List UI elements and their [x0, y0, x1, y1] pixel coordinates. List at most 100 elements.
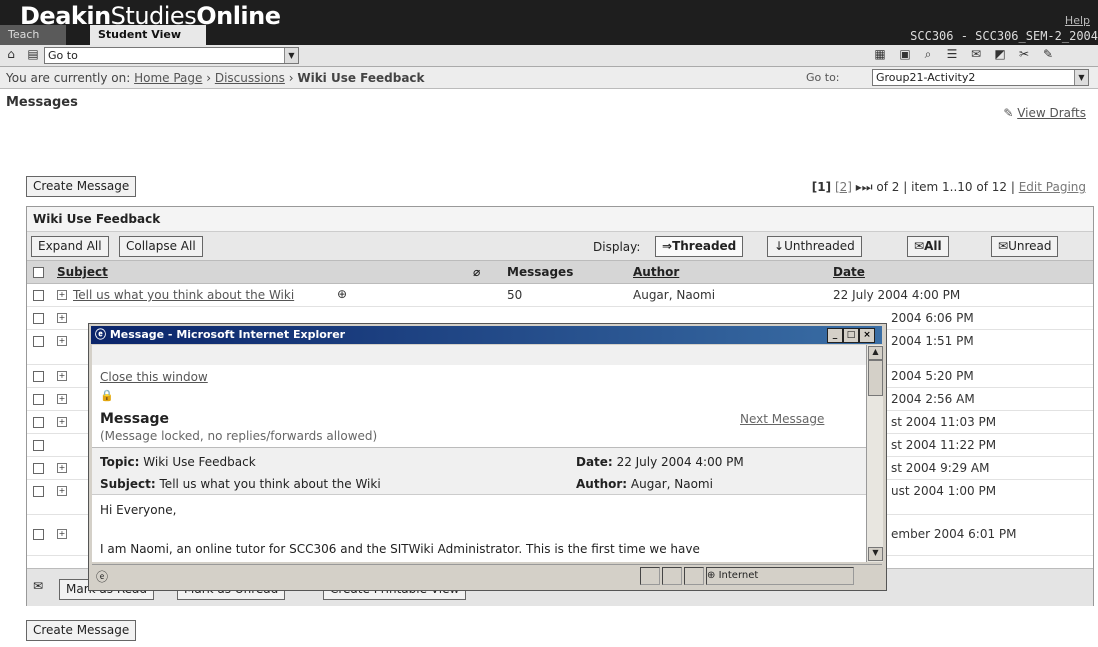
expand-all-button[interactable]: Expand All — [31, 236, 109, 257]
tab-teach[interactable]: Teach — [0, 25, 66, 45]
popup-scrollbar[interactable]: ▲ ▼ — [866, 345, 883, 562]
next-page-icon[interactable]: ▸⏭ — [856, 180, 873, 194]
create-message-button-bottom[interactable]: Create Message — [26, 620, 137, 641]
breadcrumb-discussions[interactable]: Discussions — [215, 71, 285, 85]
date-value: 2004 2:56 AM — [891, 392, 975, 406]
popup-content: Close this window 🔒 Message (Message loc… — [92, 345, 866, 562]
next-message-link[interactable]: Next Message — [740, 412, 824, 426]
row-checkbox[interactable] — [33, 394, 44, 405]
show-all-button[interactable]: ✉All — [907, 236, 949, 257]
maximize-icon[interactable]: □ — [843, 328, 859, 343]
globe-icon: ⊕ — [707, 570, 716, 581]
expand-icon[interactable]: + — [57, 486, 67, 496]
chart-icon[interactable]: ◩ — [993, 47, 1007, 61]
row-checkbox[interactable] — [33, 313, 44, 324]
course-code: SCC306 - SCC306_SEM-2_2004 — [910, 29, 1098, 43]
paging-text: of 2 | item 1..10 of 12 | — [876, 180, 1015, 194]
table-row[interactable]: + Tell us what you think about the Wiki … — [27, 284, 1093, 307]
col-date[interactable]: Date — [833, 265, 865, 279]
date-value: 22 July 2004 4:00 PM — [833, 288, 961, 302]
document-icon[interactable]: ▣ — [898, 47, 912, 61]
mark-icon: ✉ — [33, 579, 44, 593]
collapse-all-button[interactable]: Collapse All — [119, 236, 203, 257]
breadcrumb: You are currently on: Home Page › Discus… — [0, 67, 1098, 89]
popup-title: Message - Microsoft Internet Explorer — [109, 328, 346, 341]
view-drafts-link[interactable]: ✎ View Drafts — [1003, 106, 1086, 120]
create-message-button-top[interactable]: Create Message — [26, 176, 137, 197]
scroll-thumb[interactable] — [868, 360, 883, 396]
close-window-link[interactable]: Close this window — [100, 370, 208, 384]
edit-icon[interactable]: ✎ — [1041, 47, 1055, 61]
scroll-down-icon[interactable]: ▼ — [868, 547, 883, 561]
popup-titlebar[interactable]: ⓔ Message - Microsoft Internet Explorer — [91, 326, 882, 344]
scroll-up-icon[interactable]: ▲ — [868, 346, 883, 360]
expand-icon[interactable]: + — [57, 336, 67, 346]
home-icon[interactable]: ⌂ — [4, 47, 18, 61]
expand-icon[interactable]: + — [57, 463, 67, 473]
mail-icon[interactable]: ✉ — [969, 47, 983, 61]
panel-title: Wiki Use Feedback — [27, 207, 1093, 232]
calendar-icon[interactable]: ▦ — [873, 47, 887, 61]
tab-student-view[interactable]: Student View — [90, 25, 206, 45]
expand-icon[interactable]: + — [57, 417, 67, 427]
message-body: I am Naomi, an online tutor for SCC306 a… — [100, 542, 700, 556]
display-label: Display: — [593, 240, 641, 254]
expand-icon[interactable]: + — [57, 371, 67, 381]
author-field: Author: Augar, Naomi — [576, 477, 713, 491]
author-name: Augar, Naomi — [633, 288, 716, 302]
edit-paging-link[interactable]: Edit Paging — [1019, 180, 1086, 194]
expand-icon[interactable]: + — [57, 529, 67, 539]
goto-select[interactable]: Go to ▼ — [44, 47, 299, 64]
row-checkbox[interactable] — [33, 371, 44, 382]
row-checkbox[interactable] — [33, 417, 44, 428]
expand-icon[interactable]: + — [57, 290, 67, 300]
notes-icon[interactable]: ☰ — [945, 47, 959, 61]
row-checkbox[interactable] — [33, 529, 44, 540]
tools-icon[interactable]: ✂ — [1017, 47, 1031, 61]
row-checkbox[interactable] — [33, 486, 44, 497]
row-checkbox[interactable] — [33, 336, 44, 347]
breadcrumb-home[interactable]: Home Page — [134, 71, 202, 85]
row-checkbox[interactable] — [33, 290, 44, 301]
new-thread-icon: ⊕ — [337, 287, 348, 301]
date-field: Date: 22 July 2004 4:00 PM — [576, 455, 744, 469]
page-2-link[interactable]: [2] — [835, 180, 852, 194]
all-icon: ✉ — [914, 239, 925, 253]
threaded-button[interactable]: ⇒Threaded — [655, 236, 744, 257]
subject-link[interactable]: Tell us what you think about the Wiki — [73, 288, 294, 302]
locked-note: (Message locked, no replies/forwards all… — [100, 429, 378, 443]
help-link[interactable]: Help — [1065, 14, 1090, 27]
page-title: Messages — [6, 95, 78, 110]
date-value: ust 2004 1:00 PM — [891, 484, 997, 498]
unthreaded-icon: ↓ — [774, 239, 785, 253]
minimize-icon[interactable]: _ — [827, 328, 843, 343]
threaded-icon: ⇒ — [662, 239, 673, 253]
unthreaded-button[interactable]: ↓Unthreaded — [767, 236, 862, 257]
drafts-icon: ✎ — [1003, 106, 1014, 120]
search-icon[interactable]: ⌕ — [921, 47, 935, 61]
page-status-icon: ⓔ — [96, 570, 109, 584]
col-subject[interactable]: Subject — [57, 265, 108, 279]
row-checkbox[interactable] — [33, 440, 44, 451]
panel-toolbar: Expand All Collapse All Display: ⇒Thread… — [27, 232, 1093, 261]
unread-icon: ✉ — [998, 239, 1009, 253]
attachment-icon: ⌀ — [473, 265, 481, 279]
close-icon[interactable]: × — [859, 328, 875, 343]
row-checkbox[interactable] — [33, 463, 44, 474]
date-value: 2004 5:20 PM — [891, 369, 974, 383]
page-icon[interactable]: ▤ — [26, 47, 40, 61]
security-zone: ⊕ Internet — [706, 567, 854, 585]
expand-icon[interactable]: + — [57, 313, 67, 323]
goto-group-select[interactable]: Group21-Activity2 ▼ — [872, 69, 1089, 86]
date-value: st 2004 11:03 PM — [891, 415, 997, 429]
chevron-down-icon: ▼ — [284, 48, 298, 63]
goto-label: Go to: — [806, 71, 840, 84]
paging: [1] [2] ▸⏭ of 2 | item 1..10 of 12 | Edi… — [812, 180, 1086, 195]
column-header: Subject ⌀ Messages Author Date — [27, 261, 1093, 284]
message-heading: Message — [100, 411, 170, 427]
message-greeting: Hi Everyone, — [100, 503, 177, 517]
show-unread-button[interactable]: ✉Unread — [991, 236, 1059, 257]
expand-icon[interactable]: + — [57, 394, 67, 404]
col-author[interactable]: Author — [633, 265, 679, 279]
select-all-checkbox[interactable] — [33, 267, 44, 278]
